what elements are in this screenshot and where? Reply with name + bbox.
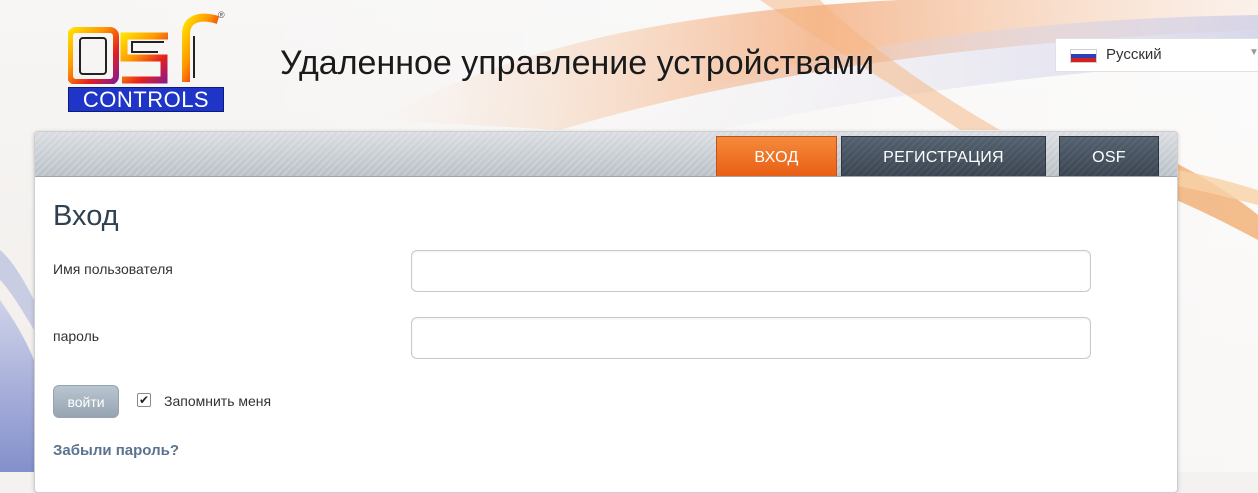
osf-logo-letters (68, 13, 220, 84)
tab-registration[interactable]: РЕГИСТРАЦИЯ (841, 136, 1046, 176)
osf-logo[interactable]: ® CONTROLS (66, 10, 226, 112)
nav-bar: ВХОД РЕГИСТРАЦИЯ OSF (35, 132, 1177, 177)
tab-login[interactable]: ВХОД (716, 136, 837, 176)
tab-osf[interactable]: OSF (1059, 136, 1159, 176)
username-label: Имя пользователя (53, 261, 173, 277)
registered-mark: ® (218, 10, 225, 20)
chevron-down-icon: ▼ (1249, 47, 1258, 58)
remember-me-label[interactable]: Запомнить меня (164, 393, 271, 409)
password-label: пароль (53, 328, 100, 344)
logo-controls-label: CONTROLS (68, 87, 224, 112)
page-title: Вход (53, 200, 119, 232)
forgot-password-link[interactable]: Забыли пароль? (53, 442, 179, 459)
language-selector[interactable]: Русский ▼ (1055, 38, 1258, 72)
site-title: Удаленное управление устройствами (280, 44, 875, 82)
password-input[interactable] (411, 317, 1091, 359)
remember-me-checkbox[interactable]: ✔ (137, 393, 151, 407)
login-panel: ВХОД РЕГИСТРАЦИЯ OSF Вход Имя пользовате… (34, 131, 1178, 493)
language-label: Русский (1106, 46, 1162, 63)
russia-flag-icon (1070, 49, 1097, 63)
username-input[interactable] (411, 250, 1091, 292)
login-button[interactable]: войти (53, 385, 119, 418)
